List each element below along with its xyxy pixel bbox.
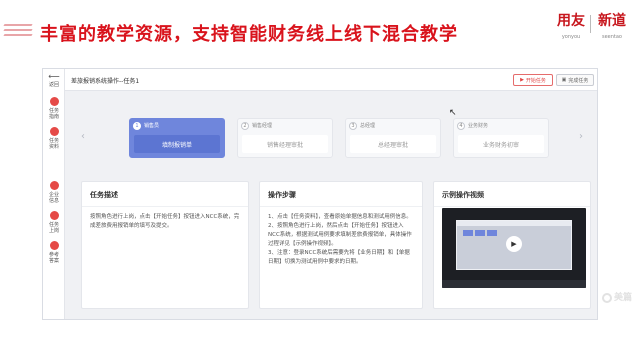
sidebar-item-enterprise-info[interactable]: 企业 信息 <box>44 181 64 204</box>
sidebar-item-answer[interactable]: 参考 答案 <box>44 241 64 264</box>
check-square-icon: ▣ <box>561 77 567 83</box>
operation-step-3: 3、注意：登录NCC系统后需要先将【业务日期】和【单据日期】切换为测试用例中要求… <box>268 250 410 265</box>
task-onduty-icon <box>49 211 59 220</box>
operation-step-1: 1、点击【任务资料】，查看原始单据信息和测试用例信息。 <box>268 214 412 220</box>
example-video-title: 示例操作视频 <box>434 182 590 207</box>
back-arrow-icon: ⟵ <box>48 72 60 81</box>
task-material-icon <box>49 127 59 136</box>
sidebar-item-task-material[interactable]: 任务 资料 <box>44 127 64 150</box>
step-1[interactable]: 1 销售员 填制报销单 <box>129 118 225 158</box>
sidebar-item-task-guide[interactable]: 任务 指南 <box>44 97 64 120</box>
answer-icon <box>49 241 59 250</box>
task-description-card: 任务描述 按照角色进行上岗，点击【开始任务】按钮进入NCC系统，完成差旅费用报销… <box>81 181 249 309</box>
sidebar-item-task-onduty[interactable]: 任务 上岗 <box>44 211 64 234</box>
chevron-left-icon[interactable]: ‹ <box>81 131 85 142</box>
play-button-icon[interactable]: ▶ <box>506 236 522 252</box>
app-window: ⟵ 返回 任务 指南 任务 资料 企业 信息 任务 上岗 参考 答案 差旅报销系… <box>42 68 598 320</box>
video-player[interactable]: ▶ <box>442 208 586 288</box>
logo-divider <box>590 15 591 33</box>
enterprise-info-icon <box>49 181 59 190</box>
seentao-logo: 新道 seentao <box>598 13 626 40</box>
step-2[interactable]: 2 销售经理 销售经理审批 <box>237 118 333 158</box>
mouse-cursor-icon: ↖ <box>449 108 457 118</box>
task-description-text: 按照角色进行上岗，点击【开始任务】按钮进入NCC系统，完成差旅费用报销单的填写及… <box>90 214 240 229</box>
complete-task-button[interactable]: ▣ 完成任务 <box>556 74 594 86</box>
step-2-action: 销售经理审批 <box>242 135 328 153</box>
back-button[interactable]: ⟵ 返回 <box>45 72 63 89</box>
video-controls[interactable] <box>442 280 586 288</box>
yonyou-logo: 用友 yonyou <box>557 13 585 40</box>
task-guide-icon <box>49 97 59 106</box>
step-1-action: 填制报销单 <box>134 135 220 153</box>
step-3[interactable]: 3 总经理 总经理审批 <box>345 118 441 158</box>
breadcrumb: 差旅报销系统操作--任务1 <box>71 78 140 85</box>
slide-title: 丰富的教学资源，支持智能财务线上线下混合教学 <box>40 24 458 45</box>
step-3-action: 总经理审批 <box>350 135 436 153</box>
operation-step-2: 2、按照角色进行上岗，然后点击【开始任务】按钮进入NCC系统，根据测试用例要求填… <box>268 223 412 247</box>
operation-steps-card: 操作步骤 1、点击【任务资料】，查看原始单据信息和测试用例信息。 2、按照角色进… <box>259 181 423 309</box>
example-video-card: 示例操作视频 ▶ <box>433 181 591 309</box>
watermark: 美篇 <box>601 290 632 303</box>
play-icon: ▶ <box>520 77 524 83</box>
top-bar: 差旅报销系统操作--任务1 ▶ 开始任务 ▣ 完成任务 <box>65 69 597 91</box>
sidebar: ⟵ 返回 任务 指南 任务 资料 企业 信息 任务 上岗 参考 答案 <box>43 69 65 319</box>
chevron-right-icon[interactable]: › <box>579 131 583 142</box>
step-4-action: 业务财务初审 <box>458 135 544 153</box>
decor-stripes <box>3 24 33 40</box>
task-description-title: 任务描述 <box>82 182 248 207</box>
operation-steps-title: 操作步骤 <box>260 182 422 207</box>
step-4[interactable]: 4 业务财务 业务财务初审 <box>453 118 549 158</box>
start-task-button[interactable]: ▶ 开始任务 <box>513 74 553 86</box>
